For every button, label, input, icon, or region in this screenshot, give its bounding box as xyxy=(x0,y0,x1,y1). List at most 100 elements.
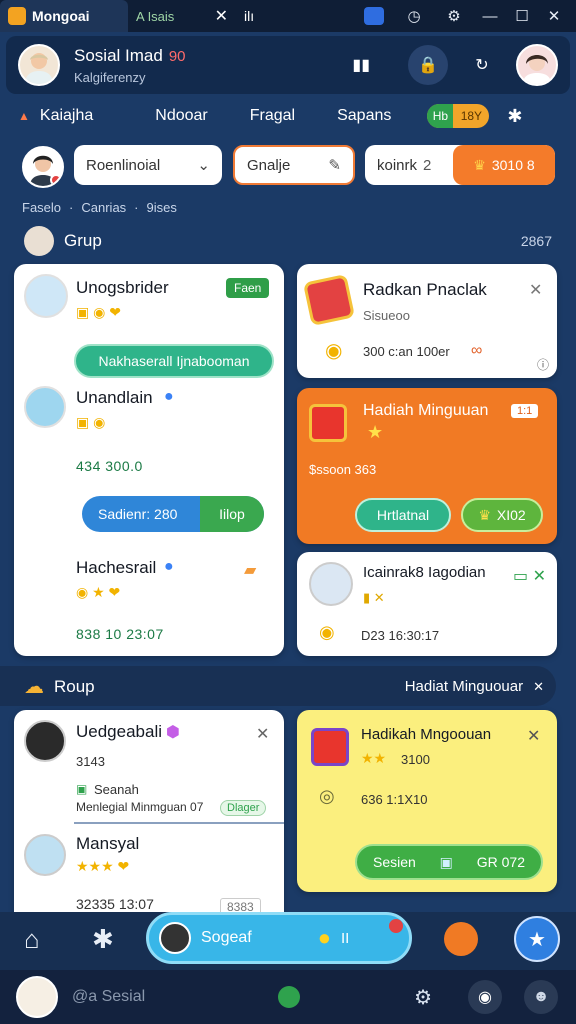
close-icon[interactable]: ✕ xyxy=(215,6,228,26)
status-badge: Faen xyxy=(226,278,270,298)
list-item[interactable]: Unandlain ● ▣ ◉ 434 300.0 Sadienr: 280 I… xyxy=(14,384,284,544)
friends-card: Unogsbrider Faen ▣ ◉ ❤ Nakhaserall Ijnab… xyxy=(14,264,284,656)
edit-icon[interactable]: ✎ xyxy=(328,156,341,174)
star-icon[interactable]: ✱ xyxy=(92,924,114,955)
weekly-gift-card[interactable]: Hadikah Mngoouan ✕ ★★ 3100 ◎ 636 1:1X10 … xyxy=(297,710,557,892)
settings-icon[interactable]: ⚙ xyxy=(438,0,470,32)
reward-card[interactable]: Radkan Pnaclak ✕ Sisueoo ◉ 300 c:an 100e… xyxy=(297,264,557,378)
maximize-icon[interactable]: ☐ xyxy=(506,0,538,32)
close-icon[interactable]: ✕ xyxy=(529,280,542,300)
tab-label: Sogeaf xyxy=(201,929,252,946)
tag-item[interactable]: 9ises xyxy=(147,200,177,215)
rating-stars: ★★★ ❤ xyxy=(76,858,130,874)
info-icon[interactable]: ⓘ xyxy=(537,356,549,373)
profile-icon[interactable]: ☻ xyxy=(524,980,558,1014)
badge-right: 18Y xyxy=(460,109,483,123)
puzzle-icon[interactable]: ✱ xyxy=(507,106,522,127)
item-note: Seanah xyxy=(94,782,139,797)
item-title: Unogsbrider xyxy=(76,278,169,297)
nav-label: Fragal xyxy=(249,107,296,124)
primary-button[interactable]: ♛ XI02 xyxy=(461,498,543,532)
section-right-label[interactable]: Hadiat Minguouar xyxy=(405,678,523,695)
list-item[interactable]: Unogsbrider Faen ▣ ◉ ❤ Nakhaserall Ijnab… xyxy=(14,274,284,384)
cloud-icon: ☁ xyxy=(24,676,44,698)
chat-icon[interactable]: ▰ xyxy=(244,560,256,580)
close-icon[interactable]: ✕ xyxy=(256,724,269,744)
lock-button[interactable]: 🔒 xyxy=(408,45,448,85)
tab-isais[interactable]: A Isais ✕ xyxy=(128,0,236,32)
goal-field[interactable]: Gnalje ✎ xyxy=(233,145,355,185)
gift-icon xyxy=(311,728,349,766)
category-select[interactable]: Roenlinoial ⌄ xyxy=(74,145,222,185)
tag-item[interactable]: Faselo xyxy=(22,200,61,215)
user-avatar[interactable] xyxy=(516,44,558,86)
primary-action-button[interactable]: Nakhaserall Ijnabooman xyxy=(74,344,274,378)
claim-button[interactable]: Sadienr: 280 Iilop xyxy=(82,496,264,532)
close-icon[interactable]: ✕ xyxy=(533,679,544,695)
coin-icon: ◉ xyxy=(325,340,343,362)
filter-avatar[interactable] xyxy=(22,146,64,188)
card-amount: D23 16:30:17 xyxy=(361,628,440,643)
badge-icon: ⬢ xyxy=(166,724,180,741)
weekly-reward-card[interactable]: ★ Hadiah Minguuan 1:1 $ssoon 363 Hrtlatn… xyxy=(297,388,557,544)
card-title: Icainrak8 Iagodian xyxy=(363,564,486,581)
tab-mongoai[interactable]: Mongoai xyxy=(0,0,128,32)
camera-icon: ▣ xyxy=(439,853,453,870)
lock-icon: 🔒 xyxy=(418,57,438,74)
nav-item-fragal[interactable]: Fragal xyxy=(234,98,311,134)
list-item[interactable]: Hachesrail ● ▰ ◉ ★ ❤ 838 10 23:07 xyxy=(14,548,284,648)
app-logo-icon xyxy=(8,7,26,25)
crown-icon: ♛ xyxy=(473,156,486,173)
card-sub: Sisueoo xyxy=(363,308,410,323)
toggle-icon[interactable]: ▭ ✕ xyxy=(513,566,546,586)
camera-icon[interactable]: ◉ xyxy=(468,980,502,1014)
coins-button[interactable]: ♛ 3010 8 xyxy=(453,145,555,185)
settings-icon[interactable]: ⚙ xyxy=(414,985,432,1010)
section-roup-header: ☁ Roup Hadiat Minguouar ✕ xyxy=(24,674,544,699)
nav-item-sapans[interactable]: Sapans xyxy=(321,98,407,134)
candy-icon: ∞ xyxy=(471,342,483,359)
refresh-button[interactable]: ↻ xyxy=(462,45,502,85)
status-dot xyxy=(278,986,300,1008)
nav-toggle-badge[interactable]: Hb 18Y xyxy=(427,104,490,128)
social-tab-button[interactable]: Sogeaf ● II xyxy=(146,912,412,964)
minimize-icon[interactable]: — xyxy=(474,0,506,32)
reward-icons: ▮ ✕ xyxy=(363,590,385,605)
tag-item[interactable]: Canrias xyxy=(81,200,126,215)
nav-item-ndooar[interactable]: Ndooar xyxy=(139,98,223,134)
member-card[interactable]: Icainrak8 Iagodian ▭ ✕ ▮ ✕ ◉ D23 16:30:1… xyxy=(297,552,557,656)
pause-icon[interactable]: ▮▮ xyxy=(352,55,370,75)
field-value: Gnalje xyxy=(247,156,291,174)
star-icon: ★ xyxy=(528,928,546,951)
gift-icon xyxy=(309,404,347,442)
notification-dot xyxy=(389,919,404,933)
nav-label: Kaiajha xyxy=(39,107,94,124)
extension-icon[interactable] xyxy=(358,0,390,32)
session-button[interactable]: Sesien ▣ GR 072 xyxy=(355,844,543,880)
tab-third[interactable]: ilı xyxy=(236,0,296,32)
claim-button-right: Iilop xyxy=(200,496,264,532)
home-icon[interactable]: ⌂ xyxy=(24,924,40,955)
card-title: Hadikah Mngoouan xyxy=(361,726,492,743)
chat-icon[interactable] xyxy=(444,922,478,956)
coins-value: 3010 8 xyxy=(491,157,535,173)
nav-label: Sapans xyxy=(337,107,392,124)
list-item[interactable]: Uedgeabali ⬢ ✕ 3143 ▣ Seanah Menlegial M… xyxy=(14,716,284,816)
message-input[interactable]: @a Sesial xyxy=(72,988,252,1006)
close-icon[interactable]: ✕ xyxy=(527,726,540,746)
section-grup-header: Grup 2867 xyxy=(24,226,552,256)
list-item[interactable]: Mansyal ★★★ ❤ 32335 13:07 8383 xyxy=(14,828,284,914)
secondary-button[interactable]: Hrtlatnal xyxy=(355,498,451,532)
item-amount: 838 10 23:07 xyxy=(76,626,164,642)
notification-dot xyxy=(50,174,62,186)
favorite-button[interactable]: ★ xyxy=(514,916,560,962)
nav-item-kaiajha[interactable]: ▲ Kaiajha xyxy=(0,98,109,134)
avatar[interactable] xyxy=(18,44,60,86)
clock-icon[interactable]: ◷ xyxy=(398,0,430,32)
search-field[interactable]: koinrk 2 ♛ 3010 8 xyxy=(365,145,555,185)
avatar xyxy=(24,386,66,428)
coin-icon: ◎ xyxy=(319,786,335,806)
avatar[interactable] xyxy=(16,976,58,1018)
close-window-icon[interactable]: ✕ xyxy=(538,0,570,32)
card-amount: 636 1:1X10 xyxy=(361,792,428,807)
